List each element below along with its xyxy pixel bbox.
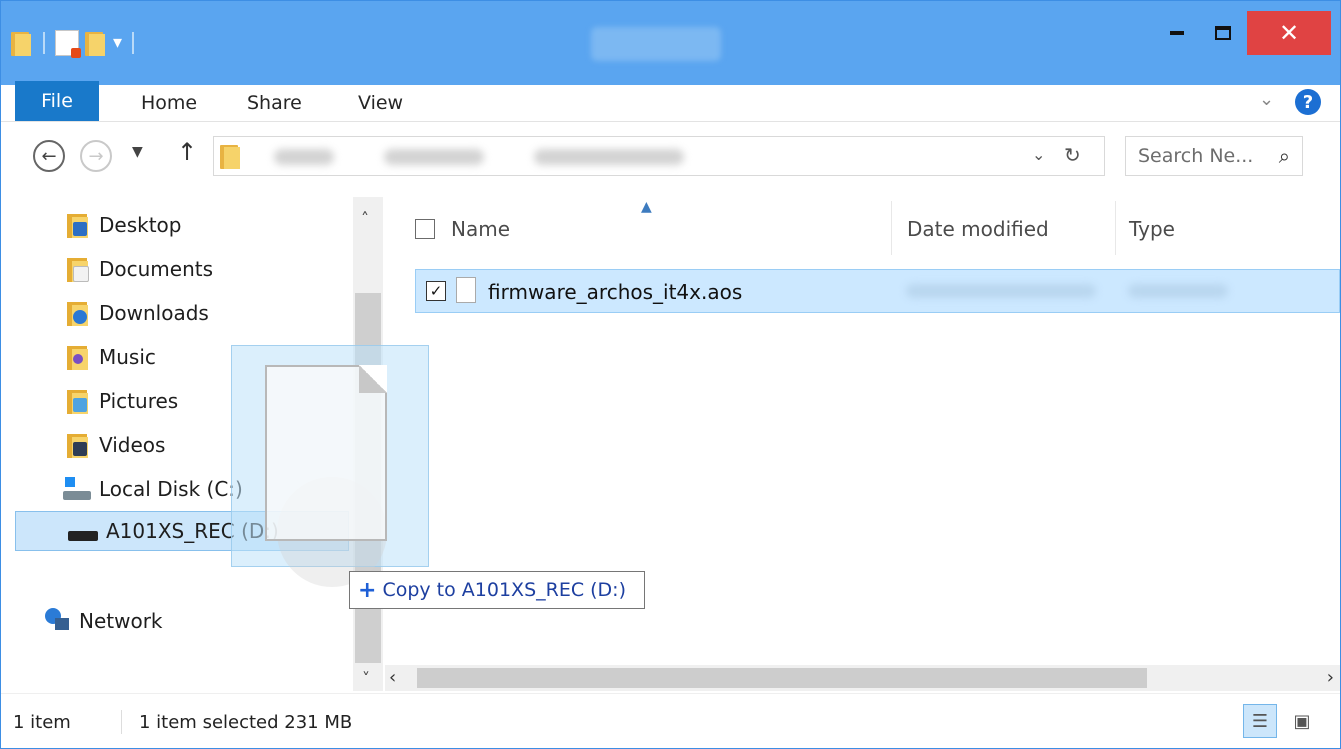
recent-locations-dropdown[interactable]: ▼ — [132, 144, 143, 160]
file-list-horizontal-scrollbar[interactable]: ‹ › — [385, 665, 1340, 691]
up-button[interactable]: ↑ — [177, 138, 197, 166]
scroll-down-icon[interactable]: ˅ — [362, 669, 370, 688]
nav-item-documents[interactable]: Documents — [67, 251, 213, 287]
dragged-file-icon — [265, 365, 387, 541]
back-button[interactable]: ← — [33, 140, 65, 172]
plus-icon: + — [358, 577, 377, 603]
file-date-modified — [906, 284, 1096, 298]
ribbon-tabs: File Home Share View ⌄ ? — [1, 81, 1340, 122]
column-divider[interactable] — [1115, 201, 1116, 255]
nav-item-desktop[interactable]: Desktop — [67, 207, 181, 243]
column-header-type[interactable]: Type — [1129, 217, 1175, 241]
folder-icon — [220, 143, 242, 169]
scroll-left-icon[interactable]: ‹ — [389, 667, 396, 688]
close-icon: ✕ — [1278, 19, 1300, 47]
row-checkbox[interactable]: ✓ — [426, 281, 446, 301]
drag-tooltip: + Copy to A101XS_REC (D:) — [349, 571, 645, 609]
tab-file[interactable]: File — [15, 81, 99, 121]
pictures-folder-icon — [67, 388, 91, 414]
file-name: firmware_archos_it4x.aos — [488, 280, 743, 304]
sort-ascending-icon: ▲ — [641, 199, 652, 215]
status-item-count: 1 item — [13, 712, 71, 733]
music-folder-icon — [67, 344, 91, 370]
nav-item-label: Pictures — [99, 389, 179, 413]
help-icon[interactable]: ? — [1295, 89, 1321, 115]
tab-share[interactable]: Share — [247, 85, 302, 121]
tab-home[interactable]: Home — [141, 85, 197, 121]
forward-arrow-icon: → — [88, 145, 104, 167]
nav-item-label: Music — [99, 345, 156, 369]
status-separator — [121, 710, 122, 734]
file-type — [1128, 284, 1228, 298]
status-selection: 1 item selected 231 MB — [139, 712, 353, 733]
new-folder-icon[interactable] — [85, 30, 107, 56]
toolbar-separator — [132, 32, 135, 54]
nav-item-videos[interactable]: Videos — [67, 427, 165, 463]
breadcrumb — [384, 149, 484, 165]
search-icon[interactable]: ⌕ — [1279, 144, 1290, 168]
address-bar[interactable]: ⌄ ↻ — [213, 136, 1105, 176]
quick-access-toolbar: ▾ — [11, 25, 138, 61]
scroll-right-icon[interactable]: › — [1327, 667, 1334, 688]
large-icons-view-icon[interactable]: ▣ — [1285, 704, 1319, 738]
breadcrumb — [534, 149, 684, 165]
nav-item-network[interactable]: Network — [45, 603, 163, 639]
nav-item-label: Desktop — [99, 213, 182, 237]
toolbar-separator — [43, 32, 45, 54]
address-dropdown-icon[interactable]: ⌄ — [1032, 145, 1045, 164]
nav-item-label: Local Disk (C:) — [99, 477, 243, 501]
nav-item-music[interactable]: Music — [67, 339, 156, 375]
network-icon — [45, 608, 71, 634]
folder-icon[interactable] — [11, 30, 33, 56]
drag-tooltip-text: Copy to A101XS_REC (D:) — [382, 579, 626, 601]
downloads-folder-icon — [67, 300, 91, 326]
file-list-header: ▲ Name Date modified Type — [385, 197, 1340, 259]
back-arrow-icon: ← — [41, 145, 57, 167]
nav-item-label: Network — [79, 609, 163, 633]
search-placeholder: Search Ne... — [1138, 145, 1254, 167]
documents-folder-icon — [67, 256, 91, 282]
file-icon — [456, 277, 476, 303]
removable-drive-icon — [68, 531, 98, 541]
column-header-name[interactable]: Name — [451, 217, 510, 241]
select-all-checkbox[interactable] — [415, 219, 435, 239]
close-button[interactable]: ✕ — [1247, 11, 1331, 55]
details-view-icon[interactable]: ☰ — [1243, 704, 1277, 738]
local-disk-icon — [63, 477, 91, 501]
title-bar: ▾ ✕ — [1, 1, 1340, 85]
videos-folder-icon — [67, 432, 91, 458]
nav-item-local-disk[interactable]: Local Disk (C:) — [63, 471, 243, 507]
nav-item-downloads[interactable]: Downloads — [67, 295, 209, 331]
desktop-folder-icon — [67, 212, 91, 238]
table-row[interactable]: ✓ firmware_archos_it4x.aos — [415, 269, 1340, 313]
maximize-button[interactable] — [1199, 13, 1247, 53]
minimize-icon — [1170, 31, 1184, 35]
nav-item-pictures[interactable]: Pictures — [67, 383, 178, 419]
search-input[interactable]: Search Ne... ⌕ — [1125, 136, 1303, 176]
breadcrumb — [274, 149, 334, 165]
status-bar: 1 item 1 item selected 231 MB ☰ ▣ — [1, 693, 1340, 748]
nav-item-label: Downloads — [99, 301, 209, 325]
minimize-button[interactable] — [1153, 13, 1201, 53]
nav-item-label: Documents — [99, 257, 214, 281]
expand-ribbon-icon[interactable]: ⌄ — [1259, 89, 1274, 110]
forward-button[interactable]: → — [80, 140, 112, 172]
scroll-up-icon[interactable]: ˄ — [361, 209, 369, 228]
scrollbar-thumb[interactable] — [417, 668, 1147, 688]
explorer-window: ▾ ✕ File Home Share View ⌄ ? ← → ▼ ↑ ⌄ ↻… — [0, 0, 1341, 749]
window-title — [591, 27, 721, 61]
nav-item-label: Videos — [99, 433, 166, 457]
column-header-date-modified[interactable]: Date modified — [907, 217, 1049, 241]
column-divider[interactable] — [891, 201, 892, 255]
address-row: ← → ▼ ↑ ⌄ ↻ Search Ne... ⌕ — [1, 122, 1340, 196]
tab-view[interactable]: View — [358, 85, 403, 121]
refresh-icon[interactable]: ↻ — [1064, 143, 1081, 167]
customize-dropdown-icon[interactable]: ▾ — [113, 34, 122, 52]
properties-icon[interactable] — [55, 30, 81, 58]
maximize-icon — [1215, 26, 1231, 40]
